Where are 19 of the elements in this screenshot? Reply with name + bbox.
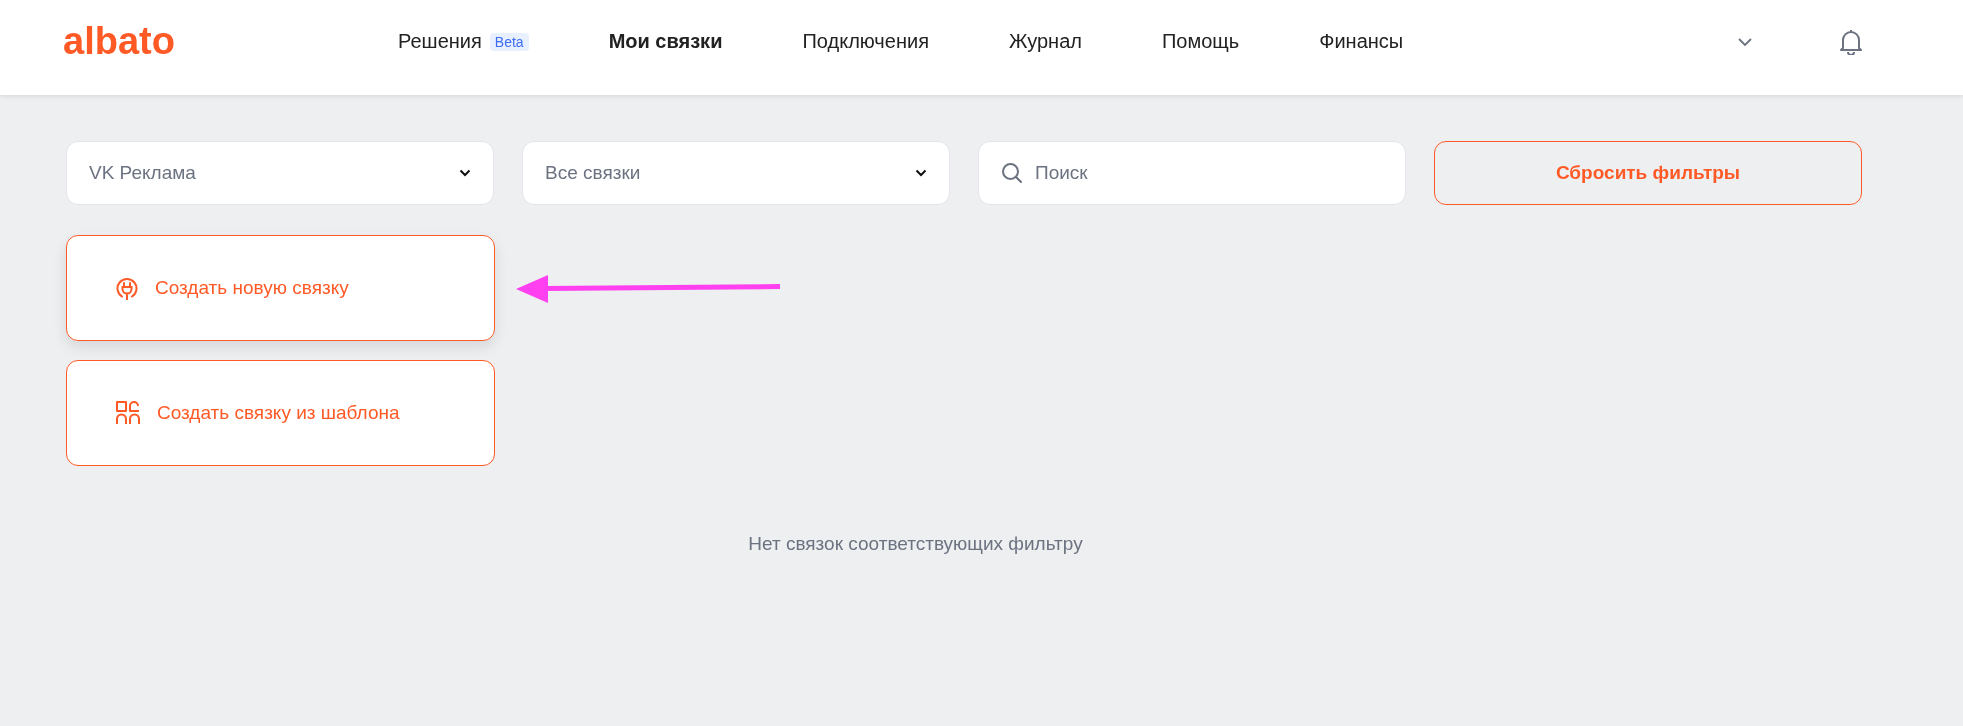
grid-icon [115, 400, 141, 426]
plug-icon [115, 276, 139, 300]
nav-link[interactable]: Подключения [802, 30, 929, 53]
empty-message: Нет связок соответствующих фильтру [747, 533, 1084, 555]
nav-link[interactable]: Мои связки [608, 30, 723, 53]
search-input[interactable]: Поиск [1033, 161, 1383, 185]
search-icon [1001, 162, 1023, 184]
nav-link[interactable]: Финансы [1319, 30, 1404, 53]
beta-badge: Beta [489, 32, 529, 51]
nav-link[interactable]: Решения [398, 30, 482, 53]
search-field[interactable]: Поиск [978, 141, 1406, 205]
dropdown[interactable]: Все связки [522, 141, 950, 205]
chevron-down-icon [459, 169, 471, 177]
chevron-down-icon[interactable] [1737, 36, 1753, 47]
chevron-down-icon [915, 169, 927, 177]
nav-link[interactable]: Помощь [1161, 30, 1240, 53]
nav-link[interactable]: Журнал [1008, 30, 1082, 53]
bell-icon[interactable] [1839, 28, 1863, 55]
dropdown[interactable]: VK Реклама [66, 141, 494, 205]
